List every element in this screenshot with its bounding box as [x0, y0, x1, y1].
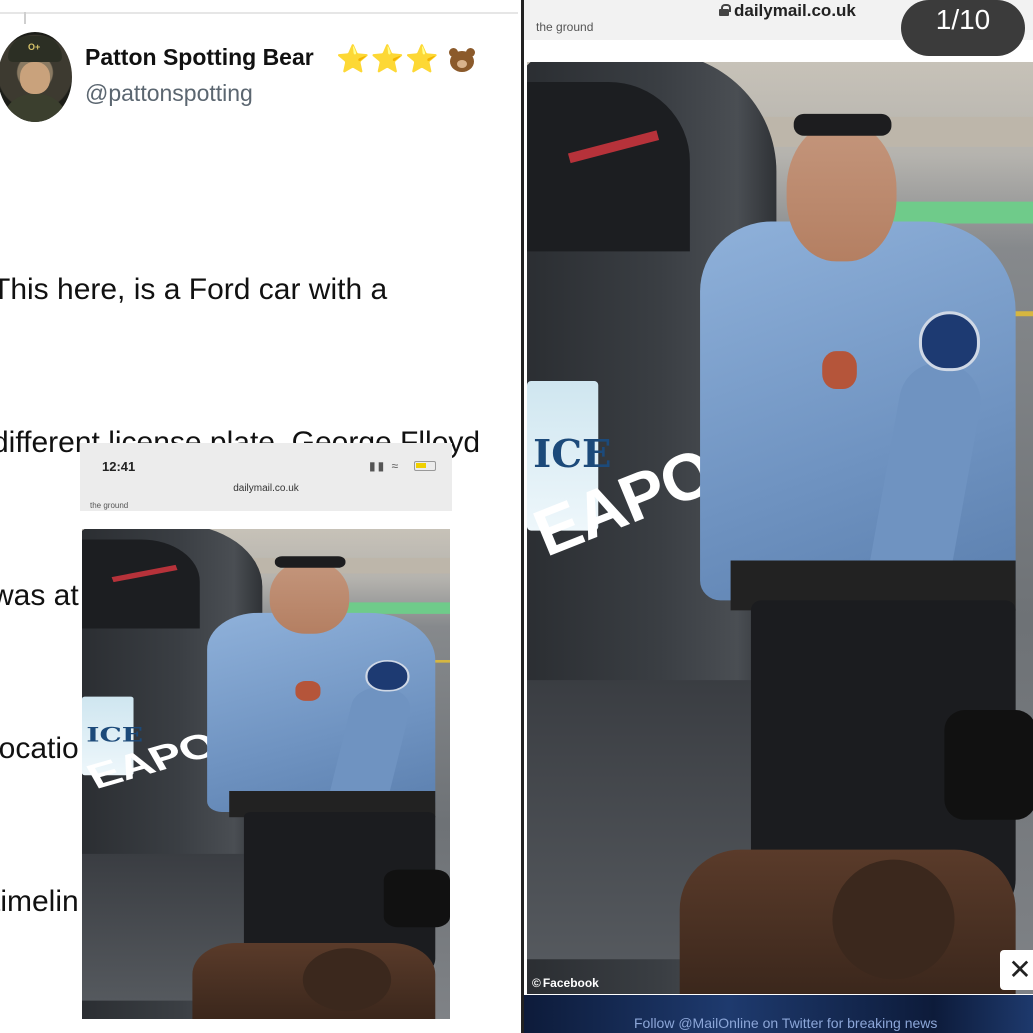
gallery-panel: dailymail.co.uk the ground 1/10 ICE EAPO… [521, 0, 1033, 1033]
embedded-screenshot[interactable]: 12:41 ▮▮ ≈ dailymail.co.uk the ground IC… [80, 443, 452, 1021]
photo-scene: ICE EAPOLIS [527, 62, 1033, 994]
avatar-helmet: O+ [8, 36, 62, 62]
user-handle[interactable]: @pattonspotting [85, 80, 253, 107]
tweet-panel: O+ Patton Spotting Bear ⭐⭐⭐ @pattonspott… [0, 0, 518, 1033]
image-counter: 1/10 [901, 0, 1025, 56]
bear-face-icon [448, 48, 476, 72]
cutoff-caption: the ground [90, 501, 129, 510]
lock-icon [719, 4, 731, 16]
profile-avatar[interactable]: O+ [0, 32, 72, 122]
status-time: 12:41 [102, 459, 136, 474]
display-name[interactable]: Patton Spotting Bear [85, 44, 314, 71]
divider [0, 12, 518, 14]
police-badge [822, 351, 857, 390]
helmet-insignia: O+ [28, 42, 41, 52]
divider-tick [24, 12, 26, 24]
tweet-line: This here, is a Ford car with a [0, 273, 388, 306]
battery-icon [414, 461, 436, 471]
cutoff-caption: the ground [536, 20, 594, 34]
embedded-photo: ICE EAPOLIS [82, 529, 450, 1019]
embedded-url: dailymail.co.uk [233, 483, 299, 494]
police-badge [295, 680, 321, 701]
close-button[interactable]: ✕ [1000, 950, 1033, 990]
bottom-banner[interactable]: Follow @MailOnline on Twitter for breaki… [524, 995, 1033, 1033]
page-url[interactable]: dailymail.co.uk [734, 1, 856, 21]
avatar-face [20, 62, 50, 94]
bottom-banner-text[interactable]: Follow @MailOnline on Twitter for breaki… [634, 1015, 937, 1031]
signal-wifi-icon: ▮▮ ≈ [369, 459, 401, 473]
photo-scene: ICE EAPOLIS [82, 529, 450, 1019]
status-bar [80, 443, 452, 511]
shoulder-patch [365, 660, 410, 692]
shoulder-patch [918, 311, 981, 372]
avatar-coat [2, 94, 68, 122]
gallery-photo[interactable]: ICE EAPOLIS [527, 62, 1033, 994]
photo-credit: Facebook [532, 976, 599, 990]
star-badges-icon: ⭐⭐⭐ [336, 44, 440, 74]
